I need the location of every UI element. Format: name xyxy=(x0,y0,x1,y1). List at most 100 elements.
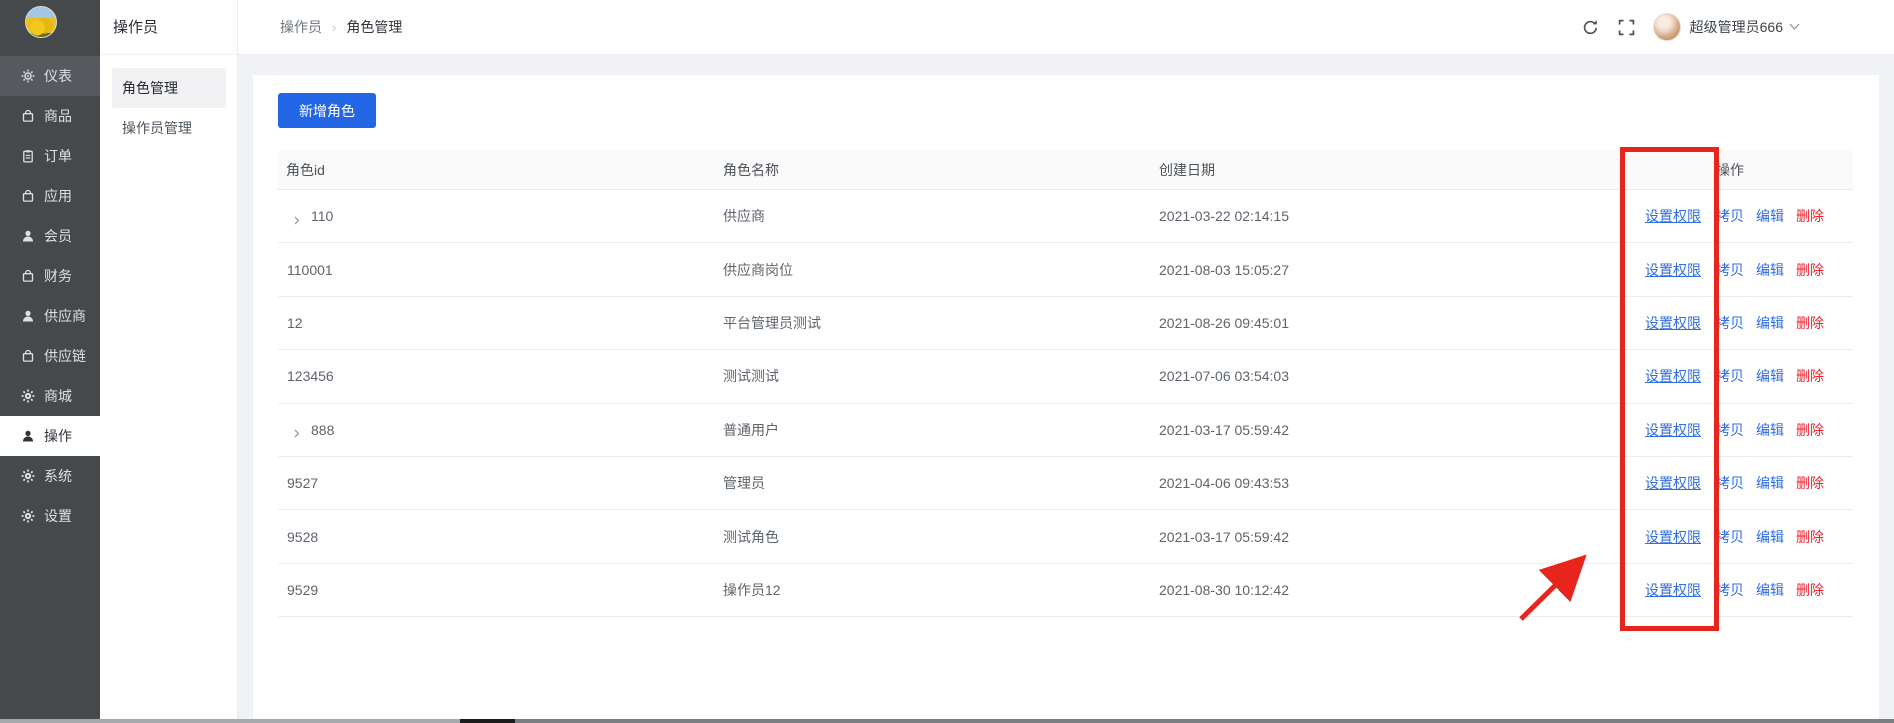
sidebar-item-label: 会员 xyxy=(44,226,72,246)
copy-link[interactable]: 拷贝 xyxy=(1716,420,1744,440)
role-id: 123456 xyxy=(287,368,334,384)
edit-link[interactable]: 编辑 xyxy=(1756,580,1784,600)
role-id: 110 xyxy=(311,208,333,224)
content-card: 新增角色 角色id角色名称创建日期操作 110供应商2021-03-22 02:… xyxy=(253,75,1879,723)
sidebar-item-label: 供应链 xyxy=(44,346,86,366)
copy-link[interactable]: 拷贝 xyxy=(1716,260,1744,280)
sidebar-item-5[interactable]: 财务 xyxy=(0,256,100,296)
user-name[interactable]: 超级管理员666 xyxy=(1690,17,1783,37)
copy-link[interactable]: 拷贝 xyxy=(1716,527,1744,547)
chevron-down-icon[interactable] xyxy=(1789,23,1800,31)
copy-link[interactable]: 拷贝 xyxy=(1716,580,1744,600)
delete-link[interactable]: 删除 xyxy=(1796,580,1824,600)
delete-link[interactable]: 删除 xyxy=(1796,420,1824,440)
sidebar-item-6[interactable]: 供应商 xyxy=(0,296,100,336)
role-id: 9527 xyxy=(287,475,318,491)
fullscreen-icon[interactable] xyxy=(1618,19,1635,36)
actions-cell: 拷贝编辑删除 xyxy=(1709,206,1853,226)
sidebar-item-4[interactable]: 会员 xyxy=(0,216,100,256)
user-avatar[interactable] xyxy=(1653,13,1681,41)
breadcrumb-item-operator[interactable]: 操作员 xyxy=(280,17,322,37)
delete-link[interactable]: 删除 xyxy=(1796,260,1824,280)
set-permissions-link[interactable]: 设置权限 xyxy=(1645,368,1701,384)
role-name-cell: 供应商 xyxy=(722,206,1158,226)
sidebar-item-0[interactable]: 仪表 xyxy=(0,56,100,96)
edit-link[interactable]: 编辑 xyxy=(1756,473,1784,493)
submenu-item-0[interactable]: 角色管理 xyxy=(112,68,226,108)
role-id-cell: 9529 xyxy=(278,582,722,598)
created-date-cell: 2021-08-30 10:12:42 xyxy=(1158,582,1637,598)
edit-link[interactable]: 编辑 xyxy=(1756,313,1784,333)
edit-link[interactable]: 编辑 xyxy=(1756,260,1784,280)
app-logo[interactable] xyxy=(25,6,57,38)
delete-link[interactable]: 删除 xyxy=(1796,313,1824,333)
expand-row-icon[interactable] xyxy=(293,212,302,221)
role-id: 12 xyxy=(287,315,303,331)
sidebar-item-label: 仪表 xyxy=(44,66,72,86)
sidebar-item-1[interactable]: 商品 xyxy=(0,96,100,136)
created-date-cell: 2021-08-26 09:45:01 xyxy=(1158,315,1637,331)
role-id: 9528 xyxy=(287,529,318,545)
role-id: 110001 xyxy=(287,262,333,278)
refresh-icon[interactable] xyxy=(1582,19,1599,36)
permission-cell: 设置权限 xyxy=(1637,260,1709,280)
set-permissions-link[interactable]: 设置权限 xyxy=(1645,529,1701,545)
delete-link[interactable]: 删除 xyxy=(1796,206,1824,226)
table-row: 110001供应商岗位2021-08-03 15:05:27设置权限拷贝编辑删除 xyxy=(278,243,1853,296)
permission-cell: 设置权限 xyxy=(1637,473,1709,493)
set-permissions-link[interactable]: 设置权限 xyxy=(1645,262,1701,278)
edit-link[interactable]: 编辑 xyxy=(1756,206,1784,226)
submenu-item-1[interactable]: 操作员管理 xyxy=(112,108,226,148)
set-permissions-link[interactable]: 设置权限 xyxy=(1645,208,1701,224)
copy-link[interactable]: 拷贝 xyxy=(1716,366,1744,386)
set-permissions-link[interactable]: 设置权限 xyxy=(1645,422,1701,438)
edit-link[interactable]: 编辑 xyxy=(1756,366,1784,386)
copy-link[interactable]: 拷贝 xyxy=(1716,313,1744,333)
sidebar-item-11[interactable]: 设置 xyxy=(0,496,100,536)
set-permissions-link[interactable]: 设置权限 xyxy=(1645,315,1701,331)
sidebar-item-3[interactable]: 应用 xyxy=(0,176,100,216)
edit-link[interactable]: 编辑 xyxy=(1756,527,1784,547)
sidebar-item-7[interactable]: 供应链 xyxy=(0,336,100,376)
expand-row-icon[interactable] xyxy=(293,425,302,434)
sidebar-item-10[interactable]: 系统 xyxy=(0,456,100,496)
sidebar-item-9[interactable]: 操作 xyxy=(0,416,100,456)
copy-link[interactable]: 拷贝 xyxy=(1716,206,1744,226)
user-icon xyxy=(21,429,35,443)
scrollbar-thumb[interactable] xyxy=(460,719,515,723)
gear-icon xyxy=(21,389,35,403)
copy-link[interactable]: 拷贝 xyxy=(1716,473,1744,493)
delete-link[interactable]: 删除 xyxy=(1796,527,1824,547)
scrollbar-track xyxy=(515,719,1894,723)
roles-table: 角色id角色名称创建日期操作 110供应商2021-03-22 02:14:15… xyxy=(278,150,1853,617)
created-date-cell: 2021-03-17 05:59:42 xyxy=(1158,422,1637,438)
topbar-actions: 超级管理员666 xyxy=(1582,13,1894,41)
created-date-cell: 2021-03-22 02:14:15 xyxy=(1158,208,1637,224)
sidebar-item-8[interactable]: 商城 xyxy=(0,376,100,416)
role-name-cell: 测试测试 xyxy=(722,366,1158,386)
user-icon xyxy=(21,309,35,323)
submenu-title: 操作员 xyxy=(100,0,237,55)
role-name-cell: 管理员 xyxy=(722,473,1158,493)
table-row: 9529操作员122021-08-30 10:12:42设置权限拷贝编辑删除 xyxy=(278,564,1853,617)
permission-cell: 设置权限 xyxy=(1637,580,1709,600)
edit-link[interactable]: 编辑 xyxy=(1756,420,1784,440)
sidebar-item-label: 供应商 xyxy=(44,306,86,326)
column-header-1: 角色id xyxy=(278,160,722,180)
set-permissions-link[interactable]: 设置权限 xyxy=(1645,582,1701,598)
sidebar-item-2[interactable]: 订单 xyxy=(0,136,100,176)
permission-cell: 设置权限 xyxy=(1637,366,1709,386)
add-role-button[interactable]: 新增角色 xyxy=(278,93,376,128)
sidebar-item-label: 系统 xyxy=(44,466,72,486)
permission-cell: 设置权限 xyxy=(1637,527,1709,547)
delete-link[interactable]: 删除 xyxy=(1796,473,1824,493)
actions-cell: 拷贝编辑删除 xyxy=(1709,366,1853,386)
role-id-cell: 110001 xyxy=(278,262,722,278)
actions-cell: 拷贝编辑删除 xyxy=(1709,260,1853,280)
set-permissions-link[interactable]: 设置权限 xyxy=(1645,475,1701,491)
gauge-icon xyxy=(21,69,35,83)
actions-cell: 拷贝编辑删除 xyxy=(1709,420,1853,440)
sidebar-item-label: 操作 xyxy=(44,426,72,446)
sidebar-item-label: 应用 xyxy=(44,186,72,206)
delete-link[interactable]: 删除 xyxy=(1796,366,1824,386)
